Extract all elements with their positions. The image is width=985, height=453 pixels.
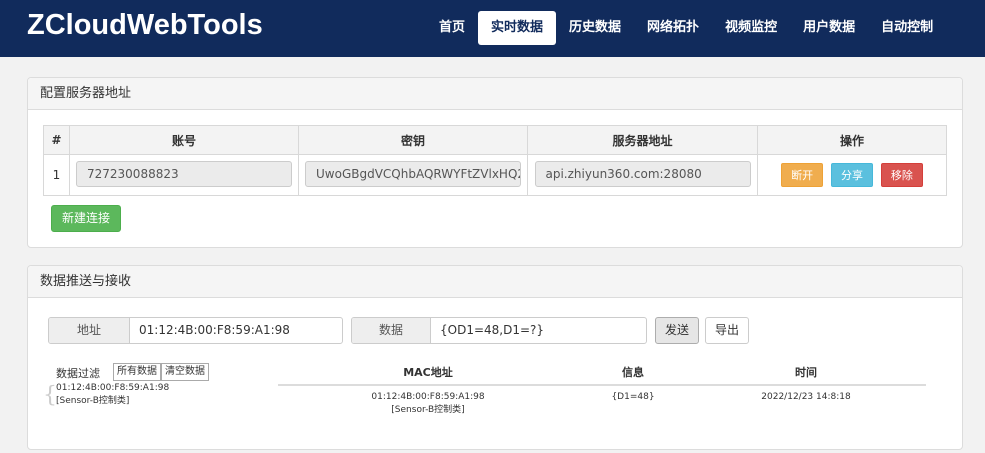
device-name: [Sensor-B控制类] [56,396,130,406]
log-info-cell: {D1=48} [611,392,655,402]
column-header-actions: 操作 [757,125,947,155]
nav-item-network-topology[interactable]: 网络拓扑 [634,11,712,45]
key-field[interactable]: UwoGBgdVCQhbAQRWYFtZVlxHQ24 [305,160,521,187]
remove-button[interactable]: 移除 [880,163,923,187]
log-header-mac: MAC地址 [403,366,453,379]
log-header-info: 信息 [622,366,644,379]
table-row: 1 727230088823 UwoGBgdVCQhbAQRWYFtZVlxHQ… [43,154,947,196]
log-divider [278,384,926,386]
column-header-key: 密钥 [298,125,528,155]
data-label: 数据 [352,318,431,343]
show-all-data-button[interactable]: 所有数据 [113,363,161,381]
panel-title: 配置服务器地址 [28,78,962,110]
app-brand[interactable]: ZCloudWebTools [27,9,263,42]
export-button[interactable]: 导出 [705,317,750,344]
data-push-panel: 数据推送与接收 地址 01:12:4B:00:F8:59:A1:98 数据 {O… [27,265,963,450]
account-cell: 727230088823 [69,154,299,196]
nav-item-video-monitor[interactable]: 视频监控 [712,11,790,45]
server-config-panel: 配置服务器地址 # 账号 密钥 服务器地址 操作 1 727230088823 … [27,77,963,248]
column-header-server: 服务器地址 [527,125,758,155]
log-header-time: 时间 [795,366,817,379]
nav-item-realtime-data[interactable]: 实时数据 [478,11,557,45]
nav-item-home[interactable]: 首页 [426,11,478,45]
filter-label: 数据过滤 [56,367,100,380]
clear-data-button[interactable]: 清空数据 [161,363,209,381]
account-field[interactable]: 727230088823 [76,160,292,187]
panel-title: 数据推送与接收 [28,266,962,298]
column-header-index: # [43,125,70,155]
column-header-account: 账号 [69,125,299,155]
new-connection-button[interactable]: 新建连接 [51,205,122,232]
share-button[interactable]: 分享 [831,163,873,187]
nav-item-user-data[interactable]: 用户数据 [790,11,868,45]
device-filter-item[interactable]: 01:12:4B:00:F8:59:A1:98 [Sensor-B控制类] [56,382,169,408]
nav-item-auto-control[interactable]: 自动控制 [868,11,946,45]
log-device-name: [Sensor-B控制类] [391,405,465,415]
disconnect-button[interactable]: 断开 [781,163,824,187]
actions-cell: 断开 分享 移除 [757,154,947,196]
main-nav: 首页 实时数据 历史数据 网络拓扑 视频监控 用户数据 自动控制 [426,11,946,45]
data-input-group: 数据 {OD1=48,D1=?} [351,317,647,344]
device-mac: 01:12:4B:00:F8:59:A1:98 [56,383,170,393]
log-time-cell: 2022/12/23 14:8:18 [761,392,851,402]
row-index: 1 [43,154,70,196]
server-field[interactable]: api.zhiyun360.com:28080 [534,160,751,187]
address-input[interactable]: 01:12:4B:00:F8:59:A1:98 [130,318,290,343]
address-input-group: 地址 01:12:4B:00:F8:59:A1:98 [48,317,343,344]
log-mac-cell: 01:12:4B:00:F8:59:A1:98 [Sensor-B控制类] [348,391,508,417]
address-label: 地址 [49,318,130,343]
brace-icon: { [43,383,57,408]
top-navbar: ZCloudWebTools 首页 实时数据 历史数据 网络拓扑 视频监控 用户… [0,0,985,57]
log-mac: 01:12:4B:00:F8:59:A1:98 [371,392,485,402]
nav-item-history-data[interactable]: 历史数据 [556,11,634,45]
key-cell: UwoGBgdVCQhbAQRWYFtZVlxHQ24 [298,154,528,196]
connection-table: # 账号 密钥 服务器地址 操作 1 727230088823 UwoGBgdV… [43,125,947,196]
send-button[interactable]: 发送 [655,317,700,344]
data-input[interactable]: {OD1=48,D1=?} [431,318,544,343]
server-cell: api.zhiyun360.com:28080 [527,154,758,196]
